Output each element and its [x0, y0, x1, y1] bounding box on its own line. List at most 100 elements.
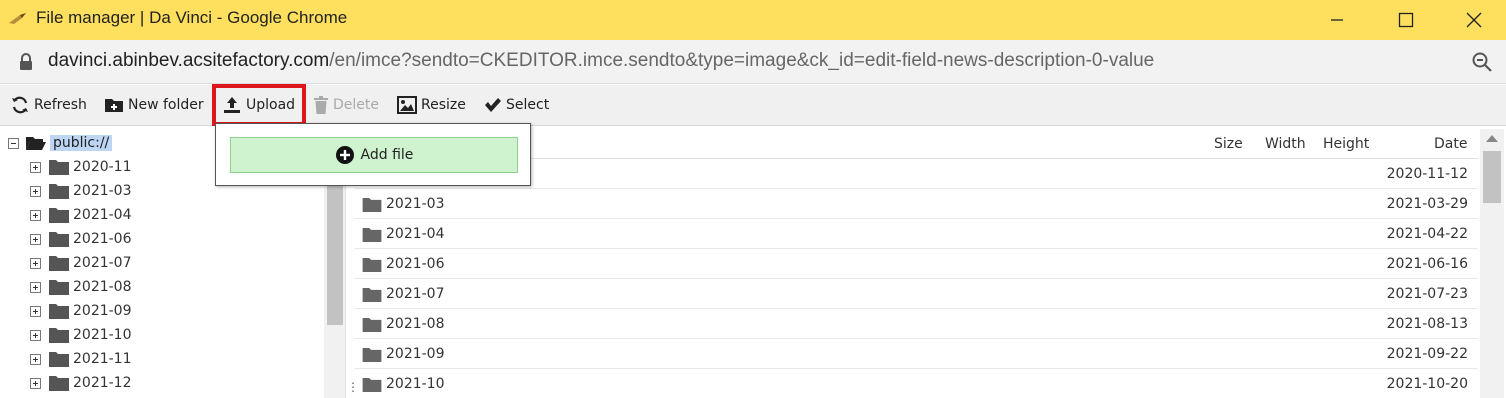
column-size[interactable]: Size: [1214, 136, 1243, 152]
tree-item[interactable]: 2021-11: [30, 349, 132, 369]
upload-popup: Add file: [215, 123, 531, 186]
row-name: 2021-07: [386, 286, 445, 302]
tree-item[interactable]: 2021-06: [30, 229, 132, 249]
resize-button[interactable]: Resize: [397, 93, 466, 117]
list-row[interactable]: 2021-09 2021-09-22: [354, 339, 1478, 369]
folder-icon: [362, 377, 382, 392]
expand-toggle[interactable]: [30, 281, 41, 293]
list-row[interactable]: 2021-10 2021-10-20: [354, 369, 1478, 398]
refresh-button[interactable]: Refresh: [10, 93, 87, 117]
folder-icon: [49, 232, 69, 247]
tree-item-label: 2021-07: [73, 255, 132, 271]
new-folder-button[interactable]: New folder: [104, 93, 204, 117]
list-row[interactable]: 2021-03 2021-03-29: [354, 189, 1478, 219]
row-name: 2021-04: [386, 226, 445, 242]
tree-item-label: 2021-09: [73, 303, 132, 319]
tree-item[interactable]: 2020-11: [30, 157, 132, 177]
tree-root[interactable]: public://: [8, 133, 113, 153]
expand-toggle[interactable]: [30, 185, 41, 197]
add-file-label: Add file: [360, 147, 414, 163]
row-name: 2021-10: [386, 376, 445, 392]
row-name: 2021-09: [386, 346, 445, 362]
tree-item-label: 2021-03: [73, 183, 132, 199]
tree-item[interactable]: 2021-12: [30, 373, 132, 393]
folder-icon: [49, 304, 69, 319]
list-scrollbar[interactable]: [1480, 129, 1504, 398]
delete-button[interactable]: Delete: [313, 93, 379, 117]
tree-item[interactable]: 2021-03: [30, 181, 132, 201]
tree-item[interactable]: 2021-07: [30, 253, 132, 273]
tree-item-label: 2021-08: [73, 279, 132, 295]
pane-splitter[interactable]: ⋮: [347, 380, 359, 394]
tree-item-label: 2020-11: [73, 159, 132, 175]
tree-item[interactable]: 2021-10: [30, 325, 132, 345]
app-icon: [9, 13, 26, 24]
folder-icon: [49, 352, 69, 367]
refresh-icon: [12, 96, 28, 114]
tree-root-label[interactable]: public://: [50, 135, 113, 151]
tree-item-label: 2021-11: [73, 351, 132, 367]
minimize-icon: [1331, 19, 1343, 21]
expand-toggle[interactable]: [30, 161, 41, 173]
list-row[interactable]: 2021-04 2021-04-22: [354, 219, 1478, 249]
image-icon: [397, 96, 417, 114]
folder-icon: [362, 347, 382, 362]
list-row[interactable]: 2021-08 2021-08-13: [354, 309, 1478, 339]
address-bar[interactable]: davinci.abinbev.acsitefactory.com/en/imc…: [0, 40, 1506, 84]
list-row[interactable]: 2021-06 2021-06-16: [354, 249, 1478, 279]
window-title: File manager | Da Vinci - Google Chrome: [36, 8, 348, 27]
select-button[interactable]: Select: [484, 93, 549, 117]
resize-label: Resize: [421, 97, 466, 113]
tree-item[interactable]: 2021-08: [30, 277, 132, 297]
tree-item[interactable]: 2021-09: [30, 301, 132, 321]
folder-icon: [362, 287, 382, 302]
folder-icon: [362, 317, 382, 332]
row-date: 2020-11-12: [1386, 166, 1468, 182]
window-title-bar: File manager | Da Vinci - Google Chrome: [0, 0, 1506, 40]
row-name: 2021-03: [386, 196, 445, 212]
expand-toggle[interactable]: [30, 209, 41, 221]
collapse-toggle[interactable]: [8, 137, 19, 149]
column-width[interactable]: Width: [1265, 136, 1306, 152]
maximize-icon: [1398, 12, 1414, 28]
trash-icon: [314, 96, 328, 114]
folder-icon: [49, 184, 69, 199]
lock-icon: [20, 53, 32, 70]
folder-icon: [362, 257, 382, 272]
row-date: 2021-09-22: [1386, 346, 1468, 362]
refresh-label: Refresh: [34, 97, 87, 113]
column-height[interactable]: Height: [1323, 136, 1369, 152]
plus-circle-icon: [335, 146, 354, 164]
expand-toggle[interactable]: [30, 305, 41, 317]
upload-highlight-box: [212, 84, 306, 126]
new-folder-icon: [105, 99, 123, 112]
tree-item-label: 2021-04: [73, 207, 132, 223]
row-date: 2021-07-23: [1386, 286, 1468, 302]
row-date: 2021-08-13: [1386, 316, 1468, 332]
column-date[interactable]: Date: [1434, 136, 1467, 152]
row-date: 2021-03-29: [1386, 196, 1468, 212]
expand-toggle[interactable]: [30, 233, 41, 245]
scroll-up-arrow-icon[interactable]: [1486, 135, 1498, 142]
checkmark-icon: [485, 98, 501, 112]
row-name: 2021-08: [386, 316, 445, 332]
add-file-button[interactable]: Add file: [230, 137, 518, 173]
zoom-icon[interactable]: [1471, 51, 1493, 73]
delete-label: Delete: [333, 97, 379, 113]
folder-icon: [49, 208, 69, 223]
close-window-button[interactable]: [1442, 0, 1506, 40]
list-scrollbar-thumb[interactable]: [1483, 151, 1501, 203]
expand-toggle[interactable]: [30, 353, 41, 365]
url-text[interactable]: davinci.abinbev.acsitefactory.com/en/imc…: [48, 50, 1154, 72]
folder-icon: [49, 160, 69, 175]
expand-toggle[interactable]: [30, 257, 41, 269]
expand-toggle[interactable]: [30, 329, 41, 341]
tree-item-label: 2021-06: [73, 231, 132, 247]
minimize-button[interactable]: [1305, 0, 1369, 40]
expand-toggle[interactable]: [30, 377, 41, 389]
maximize-button[interactable]: [1374, 0, 1438, 40]
folder-icon: [49, 328, 69, 343]
tree-item[interactable]: 2021-04: [30, 205, 132, 225]
tree-item-label: 2021-10: [73, 327, 132, 343]
list-row[interactable]: 2021-07 2021-07-23: [354, 279, 1478, 309]
